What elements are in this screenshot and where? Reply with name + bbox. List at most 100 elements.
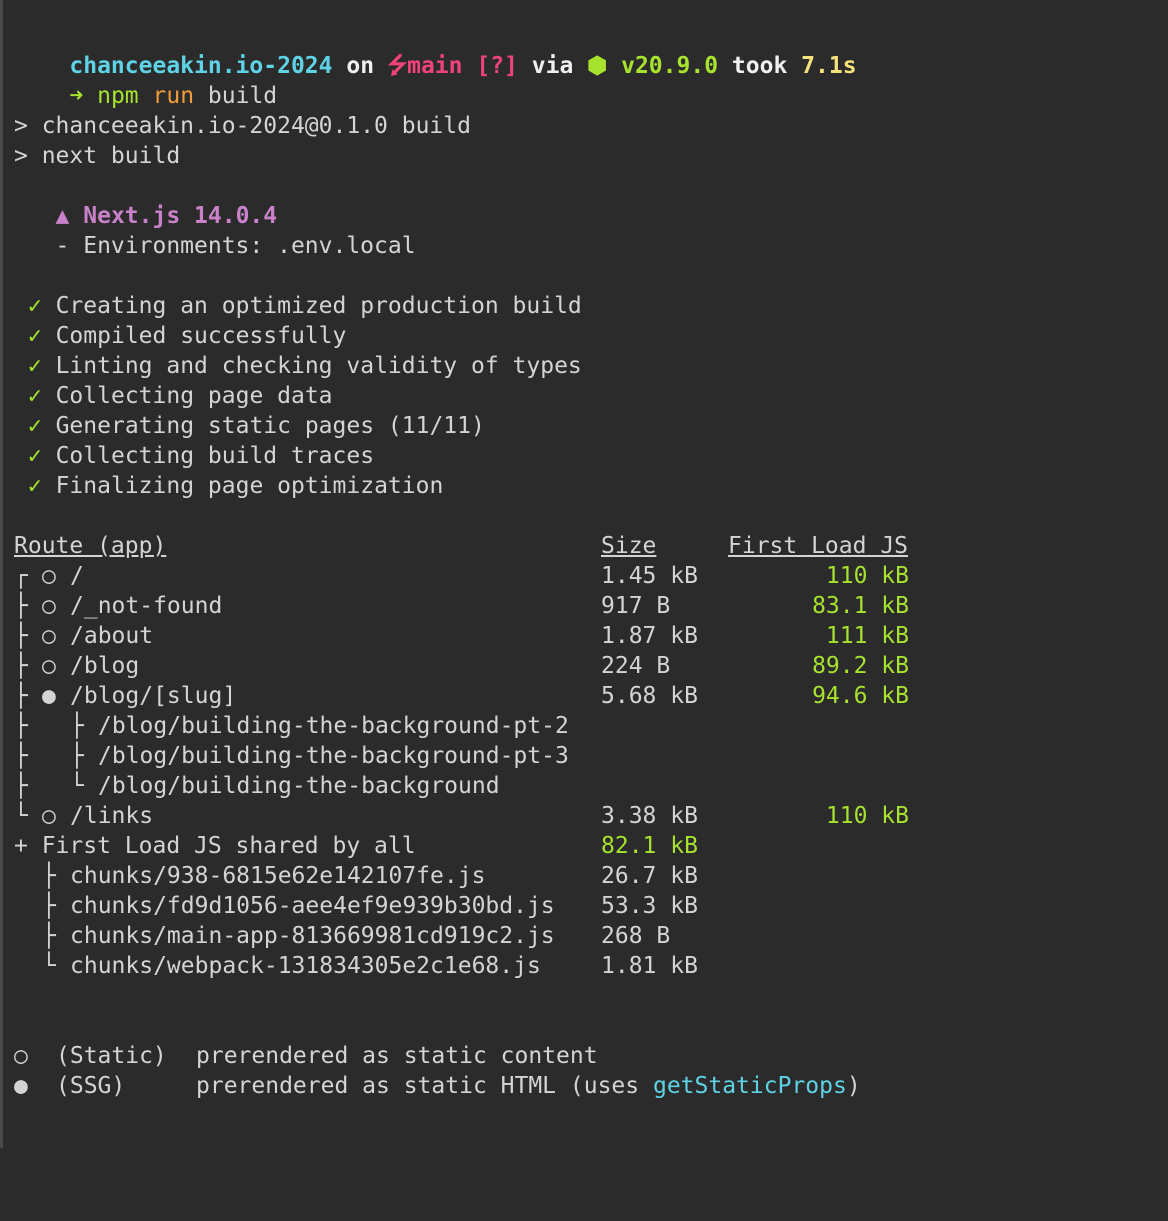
check-icon: ✓ bbox=[27, 383, 42, 409]
legend-kind: (SSG) bbox=[56, 1073, 126, 1099]
tree-branch: ├ bbox=[14, 713, 28, 739]
check-icon: ✓ bbox=[27, 323, 42, 349]
route-row: ├ ○ /about 1.87 kB 111 kB bbox=[14, 621, 1164, 651]
chunk-name: chunks/fd9d1056-aee4ef9e939b30bd.js bbox=[70, 893, 555, 919]
check-icon: ✓ bbox=[27, 293, 42, 319]
build-step: ✓ Collecting page data bbox=[27, 383, 333, 409]
route-path: /blog bbox=[70, 653, 140, 679]
static-circle-icon: ○ bbox=[42, 593, 56, 619]
command-arg: build bbox=[207, 83, 278, 109]
route-row: ┌ ○ / 1.45 kB 110 kB bbox=[14, 561, 1164, 591]
route-path: /blog/building-the-background-pt-2 bbox=[98, 713, 569, 739]
route-row: ├ ● /blog/[slug] 5.68 kB 94.6 kB bbox=[14, 681, 1164, 711]
build-step: ✓ Linting and checking validity of types bbox=[27, 353, 582, 379]
command-line: ➜ npm run build bbox=[14, 51, 1164, 109]
prompt-arrow-icon: ➜ bbox=[69, 83, 84, 109]
route-path: /links bbox=[70, 803, 154, 829]
static-circle-icon: ○ bbox=[42, 563, 56, 589]
route-first-load: 94.6 kB bbox=[812, 683, 909, 709]
build-step: ✓ Generating static pages (11/11) bbox=[27, 413, 485, 439]
build-step: ✓ Creating an optimized production build bbox=[27, 293, 582, 319]
route-size: 224 B bbox=[601, 653, 671, 679]
next-env-line: - Environments: .env.local bbox=[55, 233, 416, 259]
tree-branch: ├ bbox=[14, 653, 28, 679]
legend-row: ● (SSG) prerendered as static HTML (uses… bbox=[14, 1071, 1164, 1101]
tree-branch: └ bbox=[14, 803, 28, 829]
route-table-header: Route (app) Size First Load JS bbox=[14, 531, 1164, 561]
route-size: 1.45 kB bbox=[601, 563, 698, 589]
route-path: /blog/building-the-background bbox=[98, 773, 500, 799]
shared-label: + First Load JS shared by all bbox=[14, 833, 416, 859]
route-first-load: 83.1 kB bbox=[812, 593, 909, 619]
route-first-load: 89.2 kB bbox=[812, 653, 909, 679]
next-version-line: ▲ Next.js 14.0.4 bbox=[14, 201, 1164, 231]
tree-branch: └ bbox=[70, 773, 84, 799]
tree-branch: ├ bbox=[42, 863, 56, 889]
chunk-size: 26.7 kB bbox=[601, 863, 698, 889]
chunk-name: chunks/main-app-813669981cd919c2.js bbox=[70, 923, 555, 949]
legend-desc: prerendered as static content bbox=[196, 1043, 598, 1069]
legend-desc: prerendered as static HTML (uses getStat… bbox=[196, 1073, 861, 1099]
route-path: /_not-found bbox=[70, 593, 223, 619]
tree-branch: └ bbox=[42, 953, 56, 979]
static-circle-icon: ○ bbox=[42, 653, 56, 679]
route-first-load: 111 kB bbox=[825, 623, 909, 649]
chunk-row: ├ chunks/main-app-813669981cd919c2.js 26… bbox=[14, 921, 1164, 951]
legend-highlight: getStaticProps bbox=[652, 1073, 847, 1099]
chunk-size: 53.3 kB bbox=[601, 893, 698, 919]
script-echo-line: > next build bbox=[14, 143, 181, 169]
static-circle-icon: ○ bbox=[14, 1043, 28, 1069]
chunk-row: ├ chunks/fd9d1056-aee4ef9e939b30bd.js 53… bbox=[14, 891, 1164, 921]
chunk-name: chunks/webpack-131834305e2c1e68.js bbox=[70, 953, 541, 979]
route-path: /about bbox=[70, 623, 154, 649]
route-path: / bbox=[70, 563, 84, 589]
check-icon: ✓ bbox=[27, 443, 42, 469]
tree-branch: ├ bbox=[14, 743, 28, 769]
route-path: /blog/[slug] bbox=[70, 683, 237, 709]
tree-branch: ├ bbox=[14, 683, 28, 709]
route-row: ├ ○ /_not-found 917 B 83.1 kB bbox=[14, 591, 1164, 621]
route-subpath-row: ├ ├ /blog/building-the-background-pt-3 bbox=[14, 741, 1164, 771]
check-icon: ✓ bbox=[27, 353, 42, 379]
tree-branch: ┌ bbox=[14, 563, 28, 589]
route-size: 1.87 kB bbox=[601, 623, 698, 649]
chunk-size: 268 B bbox=[601, 923, 671, 949]
tree-branch: ├ bbox=[14, 773, 28, 799]
shared-js-row: + First Load JS shared by all 82.1 kB bbox=[14, 831, 1164, 861]
legend-row: ○ (Static) prerendered as static content bbox=[14, 1041, 1164, 1071]
shared-size: 82.1 kB bbox=[601, 833, 698, 859]
route-first-load: 110 kB bbox=[825, 803, 909, 829]
route-size: 5.68 kB bbox=[601, 683, 698, 709]
next-triangle-icon: ▲ bbox=[55, 203, 70, 229]
check-icon: ✓ bbox=[27, 473, 42, 499]
static-circle-icon: ○ bbox=[42, 623, 56, 649]
script-echo-line: > chanceeakin.io-2024@0.1.0 build bbox=[14, 113, 471, 139]
header-size: Size bbox=[601, 533, 657, 559]
legend-kind: (Static) bbox=[56, 1043, 167, 1069]
route-subpath-row: ├ └ /blog/building-the-background bbox=[14, 771, 1164, 801]
tree-branch: ├ bbox=[14, 593, 28, 619]
shell-prompt: chanceeakin.io-2024 on ⭍main [?] via ⬢ v… bbox=[14, 21, 1164, 79]
build-step: ✓ Collecting build traces bbox=[27, 443, 375, 469]
build-step: ✓ Finalizing page optimization bbox=[27, 473, 444, 499]
header-first-load: First Load JS bbox=[728, 533, 909, 559]
command-run: run bbox=[152, 83, 195, 109]
route-size: 3.38 kB bbox=[601, 803, 698, 829]
chunk-row: ├ chunks/938-6815e62e142107fe.js 26.7 kB bbox=[14, 861, 1164, 891]
chunk-size: 1.81 kB bbox=[601, 953, 698, 979]
route-first-load: 110 kB bbox=[825, 563, 909, 589]
route-row: └ ○ /links 3.38 kB 110 kB bbox=[14, 801, 1164, 831]
header-route: Route (app) bbox=[14, 533, 167, 559]
next-title: Next.js 14.0.4 bbox=[83, 203, 278, 229]
check-icon: ✓ bbox=[27, 413, 42, 439]
tree-branch: ├ bbox=[14, 623, 28, 649]
ssg-dot-icon: ● bbox=[14, 1073, 28, 1099]
chunk-row: └ chunks/webpack-131834305e2c1e68.js 1.8… bbox=[14, 951, 1164, 981]
static-circle-icon: ○ bbox=[42, 803, 56, 829]
tree-branch: ├ bbox=[70, 713, 84, 739]
ssg-dot-icon: ● bbox=[42, 683, 56, 709]
tree-branch: ├ bbox=[42, 893, 56, 919]
chunk-name: chunks/938-6815e62e142107fe.js bbox=[70, 863, 486, 889]
command-npm: npm bbox=[97, 83, 139, 109]
route-path: /blog/building-the-background-pt-3 bbox=[98, 743, 569, 769]
